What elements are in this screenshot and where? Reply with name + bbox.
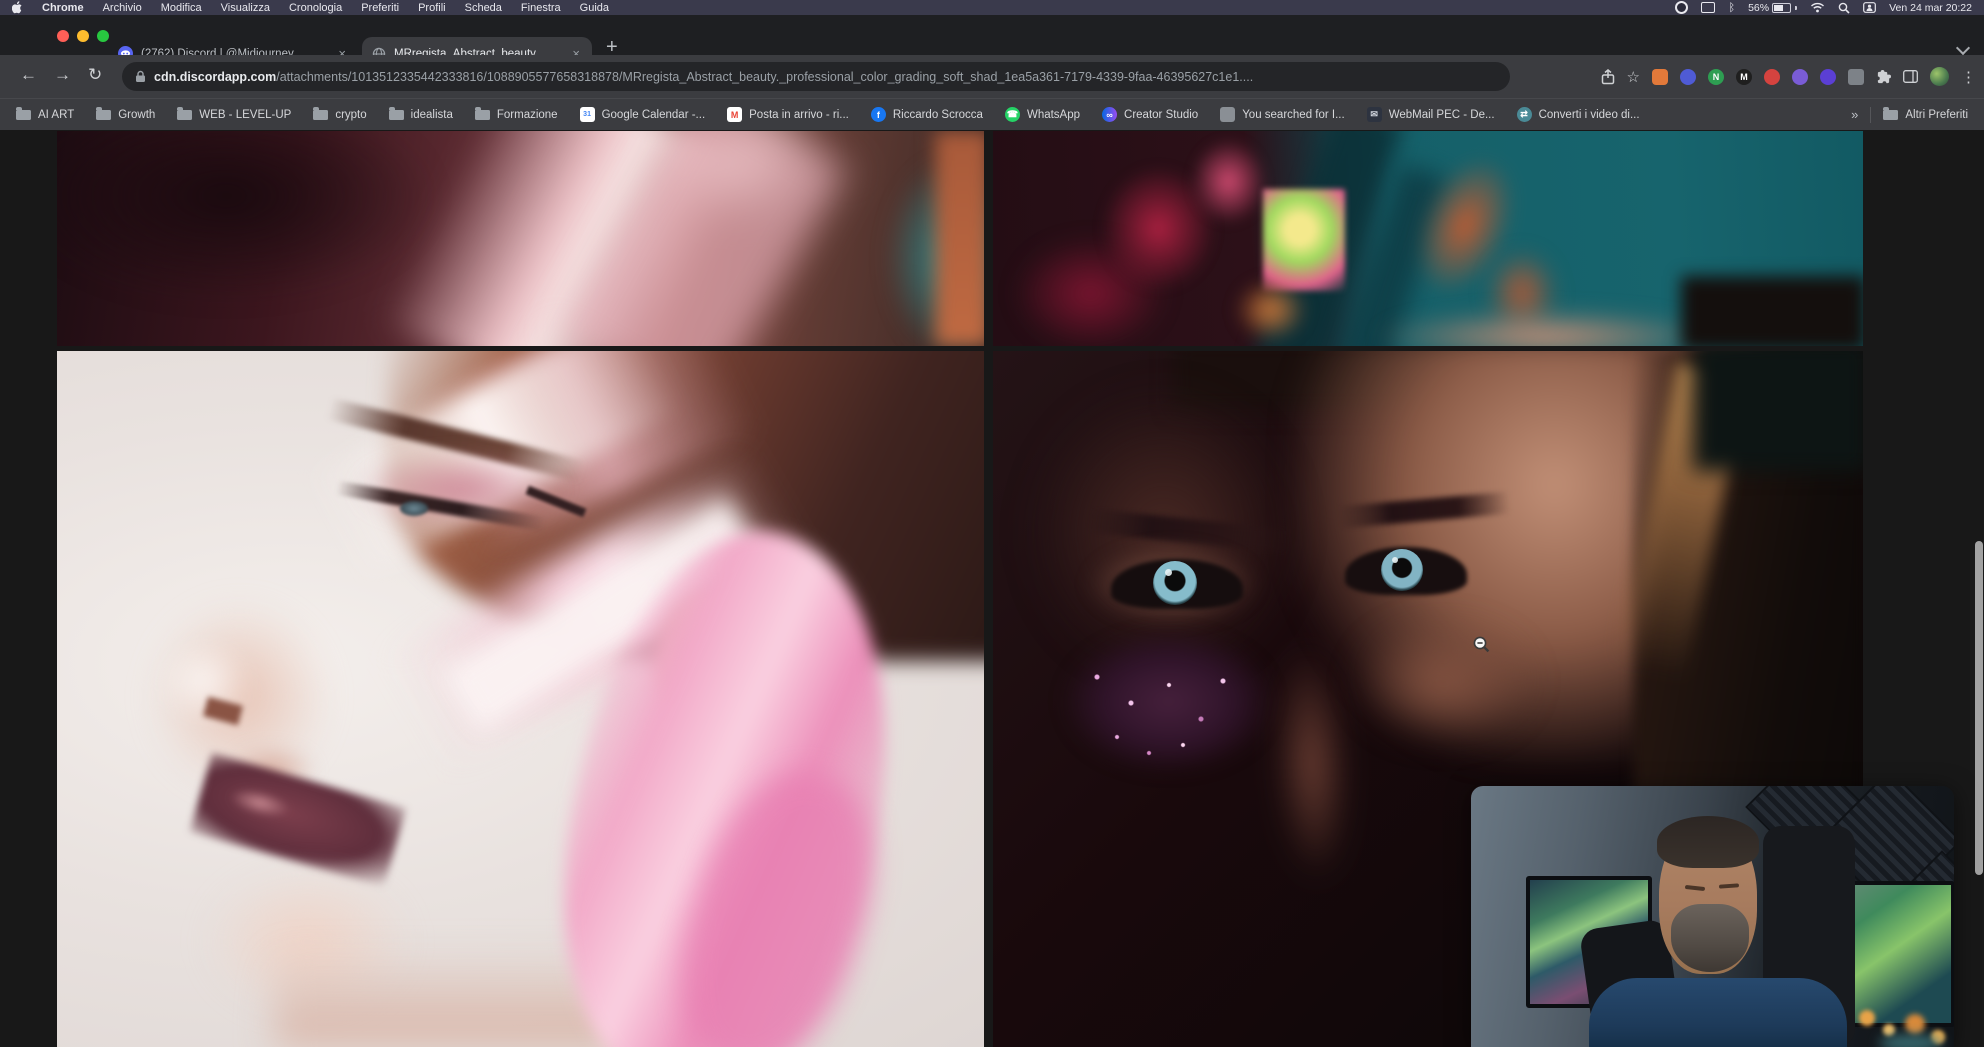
tab-strip: (2762) Discord | @Midjourney × MRregista… xyxy=(0,15,1984,55)
folder-icon xyxy=(475,110,490,120)
share-icon[interactable] xyxy=(1601,69,1615,85)
bookmark-google-calendar[interactable]: 31Google Calendar -... xyxy=(580,107,706,122)
tab-overflow-chevron-icon[interactable] xyxy=(1956,41,1970,55)
bookmark-webmail-pec[interactable]: ✉WebMail PEC - De... xyxy=(1367,107,1495,122)
folder-icon xyxy=(177,110,192,120)
bookmark-gmail-inbox[interactable]: MPosta in arrivo - ri... xyxy=(727,107,849,122)
bookmark-you-searched[interactable]: You searched for I... xyxy=(1220,107,1345,122)
extension-black-icon[interactable]: M xyxy=(1736,69,1752,85)
extension-green-icon[interactable]: N xyxy=(1708,69,1724,85)
reload-button[interactable]: ↻ xyxy=(88,65,102,85)
display-icon[interactable] xyxy=(1701,2,1715,13)
grid-quadrant-top-right xyxy=(993,131,1863,346)
extension-purple-icon[interactable] xyxy=(1792,69,1808,85)
folder-icon xyxy=(389,110,404,120)
folder-icon xyxy=(16,110,31,120)
battery-icon xyxy=(1772,3,1791,13)
extensions-puzzle-icon[interactable] xyxy=(1876,69,1891,84)
converter-icon: ⇄ xyxy=(1517,107,1532,122)
bookmark-folder-web-level-up[interactable]: WEB - LEVEL-UP xyxy=(177,109,291,121)
extension-grid-icon[interactable] xyxy=(1848,69,1864,85)
forward-button[interactable]: → xyxy=(54,65,71,85)
grid-quadrant-bottom-left xyxy=(57,351,984,1047)
menubar-clock[interactable]: Ven 24 mar 20:22 xyxy=(1889,2,1972,14)
battery-indicator[interactable]: 56% xyxy=(1748,2,1797,14)
browser-toolbar: ← → ↻ cdn.discordapp.com /attachments/10… xyxy=(0,55,1984,98)
bookmark-other-favorites[interactable]: Altri Preferiti xyxy=(1883,109,1968,121)
macos-menubar: Chrome Archivio Modifica Visualizza Cron… xyxy=(0,0,1984,15)
menu-preferiti[interactable]: Preferiti xyxy=(361,2,399,14)
presenter-beard xyxy=(1671,904,1749,972)
bokeh-glow xyxy=(1879,1034,1943,1047)
bluetooth-icon[interactable]: ᛒ xyxy=(1728,2,1735,14)
lock-icon xyxy=(135,70,146,83)
folder-icon xyxy=(1883,110,1898,120)
menu-scheda[interactable]: Scheda xyxy=(465,2,502,14)
bookmark-folder-ai-art[interactable]: AI ART xyxy=(16,109,74,121)
folder-icon xyxy=(313,110,328,120)
url-host: cdn.discordapp.com xyxy=(154,70,276,84)
presenter-hair xyxy=(1657,816,1759,868)
bokeh-light xyxy=(1883,1024,1895,1036)
extension-red-icon[interactable] xyxy=(1764,69,1780,85)
profile-avatar[interactable] xyxy=(1930,67,1949,86)
bokeh-light xyxy=(1859,1010,1875,1026)
whatsapp-icon: ☎ xyxy=(1005,107,1020,122)
window-minimize-button[interactable] xyxy=(77,30,89,42)
vertical-scrollbar[interactable] xyxy=(1975,541,1983,875)
bokeh-light xyxy=(1905,1014,1925,1034)
grid-quadrant-top-left xyxy=(57,131,984,346)
apple-menu-icon[interactable] xyxy=(12,1,23,14)
presenter-shirt xyxy=(1589,978,1847,1047)
menu-chrome[interactable]: Chrome xyxy=(42,2,84,14)
bookmarks-divider xyxy=(1870,107,1871,123)
fast-user-switch-icon[interactable] xyxy=(1863,2,1876,13)
chrome-menu-icon[interactable]: ⋮ xyxy=(1961,68,1976,86)
bookmark-folder-growth[interactable]: Growth xyxy=(96,109,155,121)
bookmark-star-icon[interactable]: ☆ xyxy=(1627,68,1640,86)
back-button[interactable]: ← xyxy=(20,65,37,85)
menu-cronologia[interactable]: Cronologia xyxy=(289,2,342,14)
battery-percent: 56% xyxy=(1748,2,1769,14)
bookmarks-overflow-chevron[interactable]: » xyxy=(1851,107,1858,122)
bookmarks-bar: AI ART Growth WEB - LEVEL-UP crypto idea… xyxy=(0,98,1984,130)
menu-profili[interactable]: Profili xyxy=(418,2,446,14)
side-panel-icon[interactable] xyxy=(1903,70,1918,83)
bookmark-facebook-profile[interactable]: fRiccardo Scrocca xyxy=(871,107,983,122)
spotlight-icon[interactable] xyxy=(1838,2,1850,14)
bookmark-video-converter[interactable]: ⇄Converti i video di... xyxy=(1517,107,1640,122)
gmail-icon: M xyxy=(727,107,742,122)
bookmark-folder-idealista[interactable]: idealista xyxy=(389,109,453,121)
bookmark-folder-formazione[interactable]: Formazione xyxy=(475,109,558,121)
menu-finestra[interactable]: Finestra xyxy=(521,2,561,14)
menu-archivio[interactable]: Archivio xyxy=(103,2,142,14)
menu-modifica[interactable]: Modifica xyxy=(161,2,202,14)
record-icon[interactable] xyxy=(1675,1,1688,14)
extension-indigo-icon[interactable] xyxy=(1820,69,1836,85)
page-icon xyxy=(1220,107,1235,122)
window-close-button[interactable] xyxy=(57,30,69,42)
extension-orange-icon[interactable] xyxy=(1652,69,1668,85)
meta-icon: ∞ xyxy=(1102,107,1117,122)
folder-icon xyxy=(96,110,111,120)
address-bar[interactable]: cdn.discordapp.com /attachments/10135123… xyxy=(122,62,1510,91)
screen: Chrome Archivio Modifica Visualizza Cron… xyxy=(0,0,1984,1047)
extension-blue-icon[interactable] xyxy=(1680,69,1696,85)
bookmark-creator-studio[interactable]: ∞Creator Studio xyxy=(1102,107,1198,122)
bookmark-folder-crypto[interactable]: crypto xyxy=(313,109,366,121)
menu-guida[interactable]: Guida xyxy=(580,2,609,14)
webmail-icon: ✉ xyxy=(1367,107,1382,122)
menu-visualizza[interactable]: Visualizza xyxy=(221,2,270,14)
url-path: /attachments/1013512335442333816/1088905… xyxy=(276,70,1253,84)
zoom-out-cursor-icon xyxy=(1472,635,1492,660)
google-calendar-icon: 31 xyxy=(580,107,595,122)
wifi-icon[interactable] xyxy=(1810,2,1825,13)
bookmark-whatsapp[interactable]: ☎WhatsApp xyxy=(1005,107,1080,122)
presenter-webcam-overlay xyxy=(1471,786,1954,1047)
facebook-icon: f xyxy=(871,107,886,122)
